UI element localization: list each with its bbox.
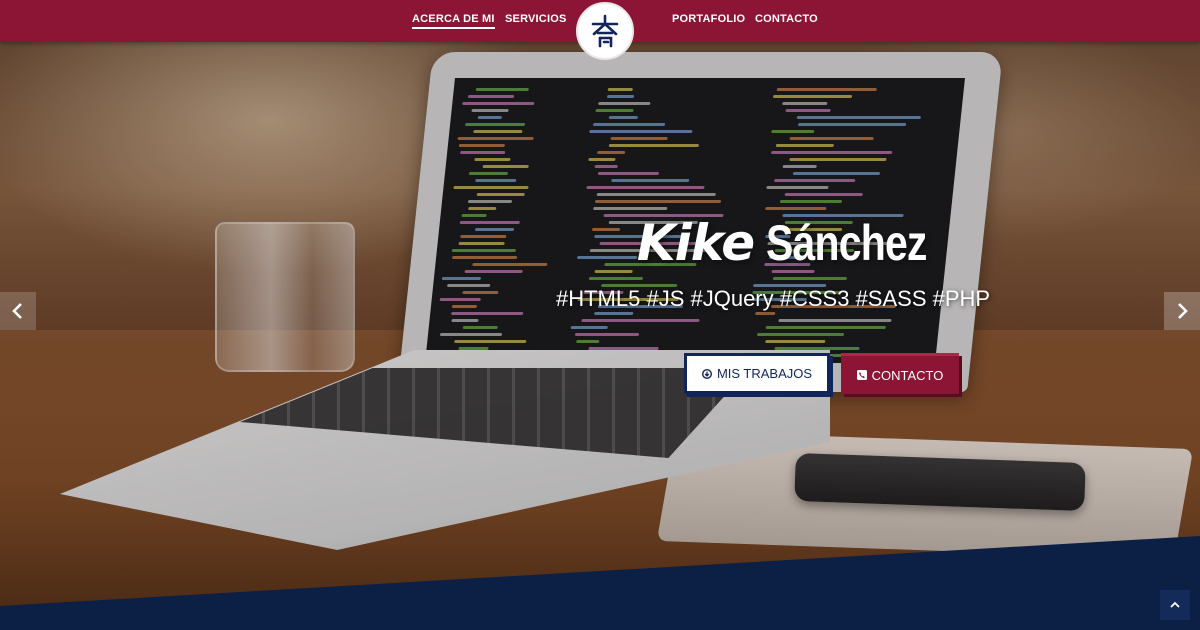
chevron-left-icon	[12, 303, 22, 319]
chevron-up-icon	[1170, 601, 1180, 608]
carousel-prev-button[interactable]	[0, 292, 36, 330]
hero-title: Kike Sánchez	[637, 214, 962, 272]
contacto-button[interactable]: CONTACTO	[841, 353, 959, 394]
hero-overlay	[0, 0, 1200, 630]
scroll-to-top-button[interactable]	[1160, 590, 1190, 620]
nav-item-servicios[interactable]: SERVICIOS	[505, 13, 567, 25]
nav-item-acerca-de-mi[interactable]: ACERCA DE MI	[412, 13, 495, 29]
carousel-next-button[interactable]	[1164, 292, 1200, 330]
hero-last-name: Sánchez	[766, 215, 927, 271]
arrow-circle-down-icon	[701, 368, 712, 379]
mis-trabajos-button[interactable]: MIS TRABAJOS	[684, 353, 830, 394]
kanji-logo-icon	[591, 14, 619, 48]
chevron-right-icon	[1178, 303, 1188, 319]
hero-background-image	[0, 0, 1200, 630]
contacto-label: CONTACTO	[871, 367, 944, 383]
hero-first-name: Kike	[636, 214, 755, 272]
mis-trabajos-label: MIS TRABAJOS	[716, 366, 813, 381]
site-logo[interactable]	[576, 2, 634, 60]
nav-item-contacto[interactable]: CONTACTO	[755, 13, 818, 25]
phone-square-icon	[856, 370, 867, 380]
nav-item-portafolio[interactable]: PORTAFOLIO	[672, 13, 745, 25]
hero-skills-tags: #HTML5 #JS #JQuery #CSS3 #SASS #PHP	[556, 286, 991, 311]
